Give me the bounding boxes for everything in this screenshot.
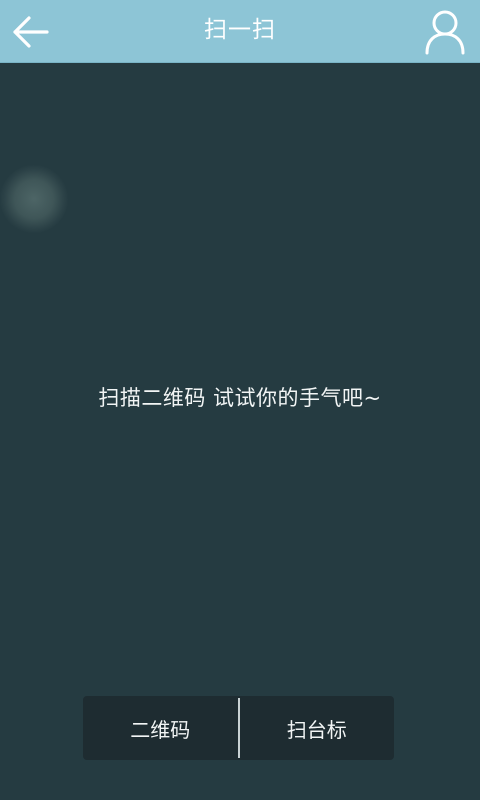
header-bar: 扫一扫 <box>0 0 480 63</box>
page-title: 扫一扫 <box>204 17 276 43</box>
qrcode-mode-button[interactable]: 二维码 <box>83 696 238 760</box>
floating-assistive-button[interactable] <box>0 165 68 233</box>
scan-mode-switch: 二维码 扫台标 <box>83 696 394 760</box>
profile-button[interactable] <box>410 0 480 63</box>
scan-screen: 扫一扫 扫描二维码 试试你的手气吧~ 二维码 扫台标 <box>0 0 480 800</box>
scan-hint-text: 扫描二维码 试试你的手气吧~ <box>98 386 382 410</box>
tv-logo-mode-button[interactable]: 扫台标 <box>240 696 395 760</box>
user-icon <box>425 10 465 54</box>
